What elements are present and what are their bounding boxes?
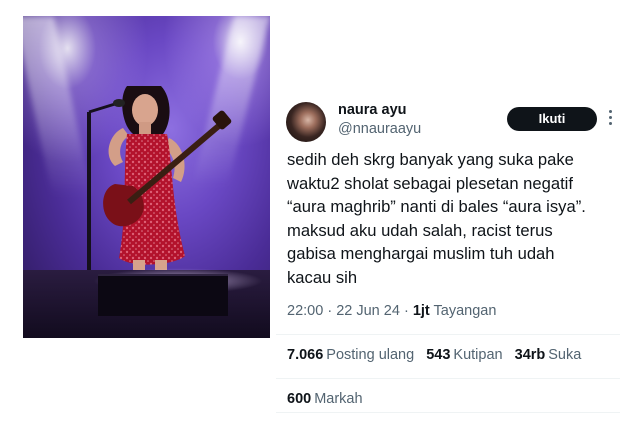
- tweet-line: sedih deh skrg banyak yang suka pake: [287, 150, 574, 169]
- bookmarks-stat[interactable]: 600 Markah: [287, 391, 363, 407]
- tweet-line: kacau sih: [287, 267, 358, 287]
- more-vertical-icon[interactable]: [606, 108, 614, 130]
- divider: [276, 334, 620, 335]
- tweet-line: gabisa menghargai muslim tuh udah: [287, 244, 555, 263]
- reposts-stat[interactable]: 7.066 Posting ulang: [287, 347, 414, 363]
- divider: [276, 378, 620, 379]
- reposts-label: Posting ulang: [326, 347, 415, 363]
- tweet-text: sedih deh skrg banyak yang suka pake wak…: [287, 148, 627, 289]
- tweet-time[interactable]: 22:00: [287, 303, 323, 319]
- author-display-name[interactable]: naura ayu: [338, 102, 407, 118]
- views-count: 1jt: [412, 303, 430, 319]
- tweet-line: maksud aku udah salah, racist terus: [287, 220, 553, 240]
- tweet-meta: 22:00 · 22 Jun 24 · 1jt Tayangan: [287, 303, 496, 319]
- stage-monitor: [98, 274, 228, 316]
- engagement-stats: 7.066 Posting ulang 543 Kutipan 34rb Suka: [287, 347, 589, 363]
- author-handle[interactable]: @nnauraayu: [338, 121, 421, 137]
- quotes-count: 543: [426, 347, 451, 363]
- divider: [276, 412, 620, 413]
- reposts-count: 7.066: [287, 347, 324, 363]
- tweet-line: waktu2 sholat sebagai plesetan negatif: [287, 173, 573, 193]
- quotes-stat[interactable]: 543 Kutipan: [426, 347, 502, 363]
- tweet-date[interactable]: 22 Jun 24: [336, 303, 400, 319]
- follow-button[interactable]: Ikuti: [507, 107, 597, 131]
- bookmarks-label: Markah: [314, 391, 363, 407]
- avatar[interactable]: [286, 102, 326, 142]
- meta-separator: ·: [327, 303, 333, 319]
- tweet-line: “aura maghrib” nanti di bales “aura isya…: [287, 197, 586, 216]
- views-label: Tayangan: [433, 303, 497, 319]
- quotes-label: Kutipan: [453, 347, 503, 363]
- meta-separator: ·: [403, 303, 409, 319]
- attached-photo[interactable]: [23, 16, 270, 338]
- likes-stat[interactable]: 34rb Suka: [515, 347, 582, 363]
- bookmarks-count: 600: [287, 391, 312, 407]
- likes-label: Suka: [548, 347, 582, 363]
- likes-count: 34rb: [514, 347, 546, 363]
